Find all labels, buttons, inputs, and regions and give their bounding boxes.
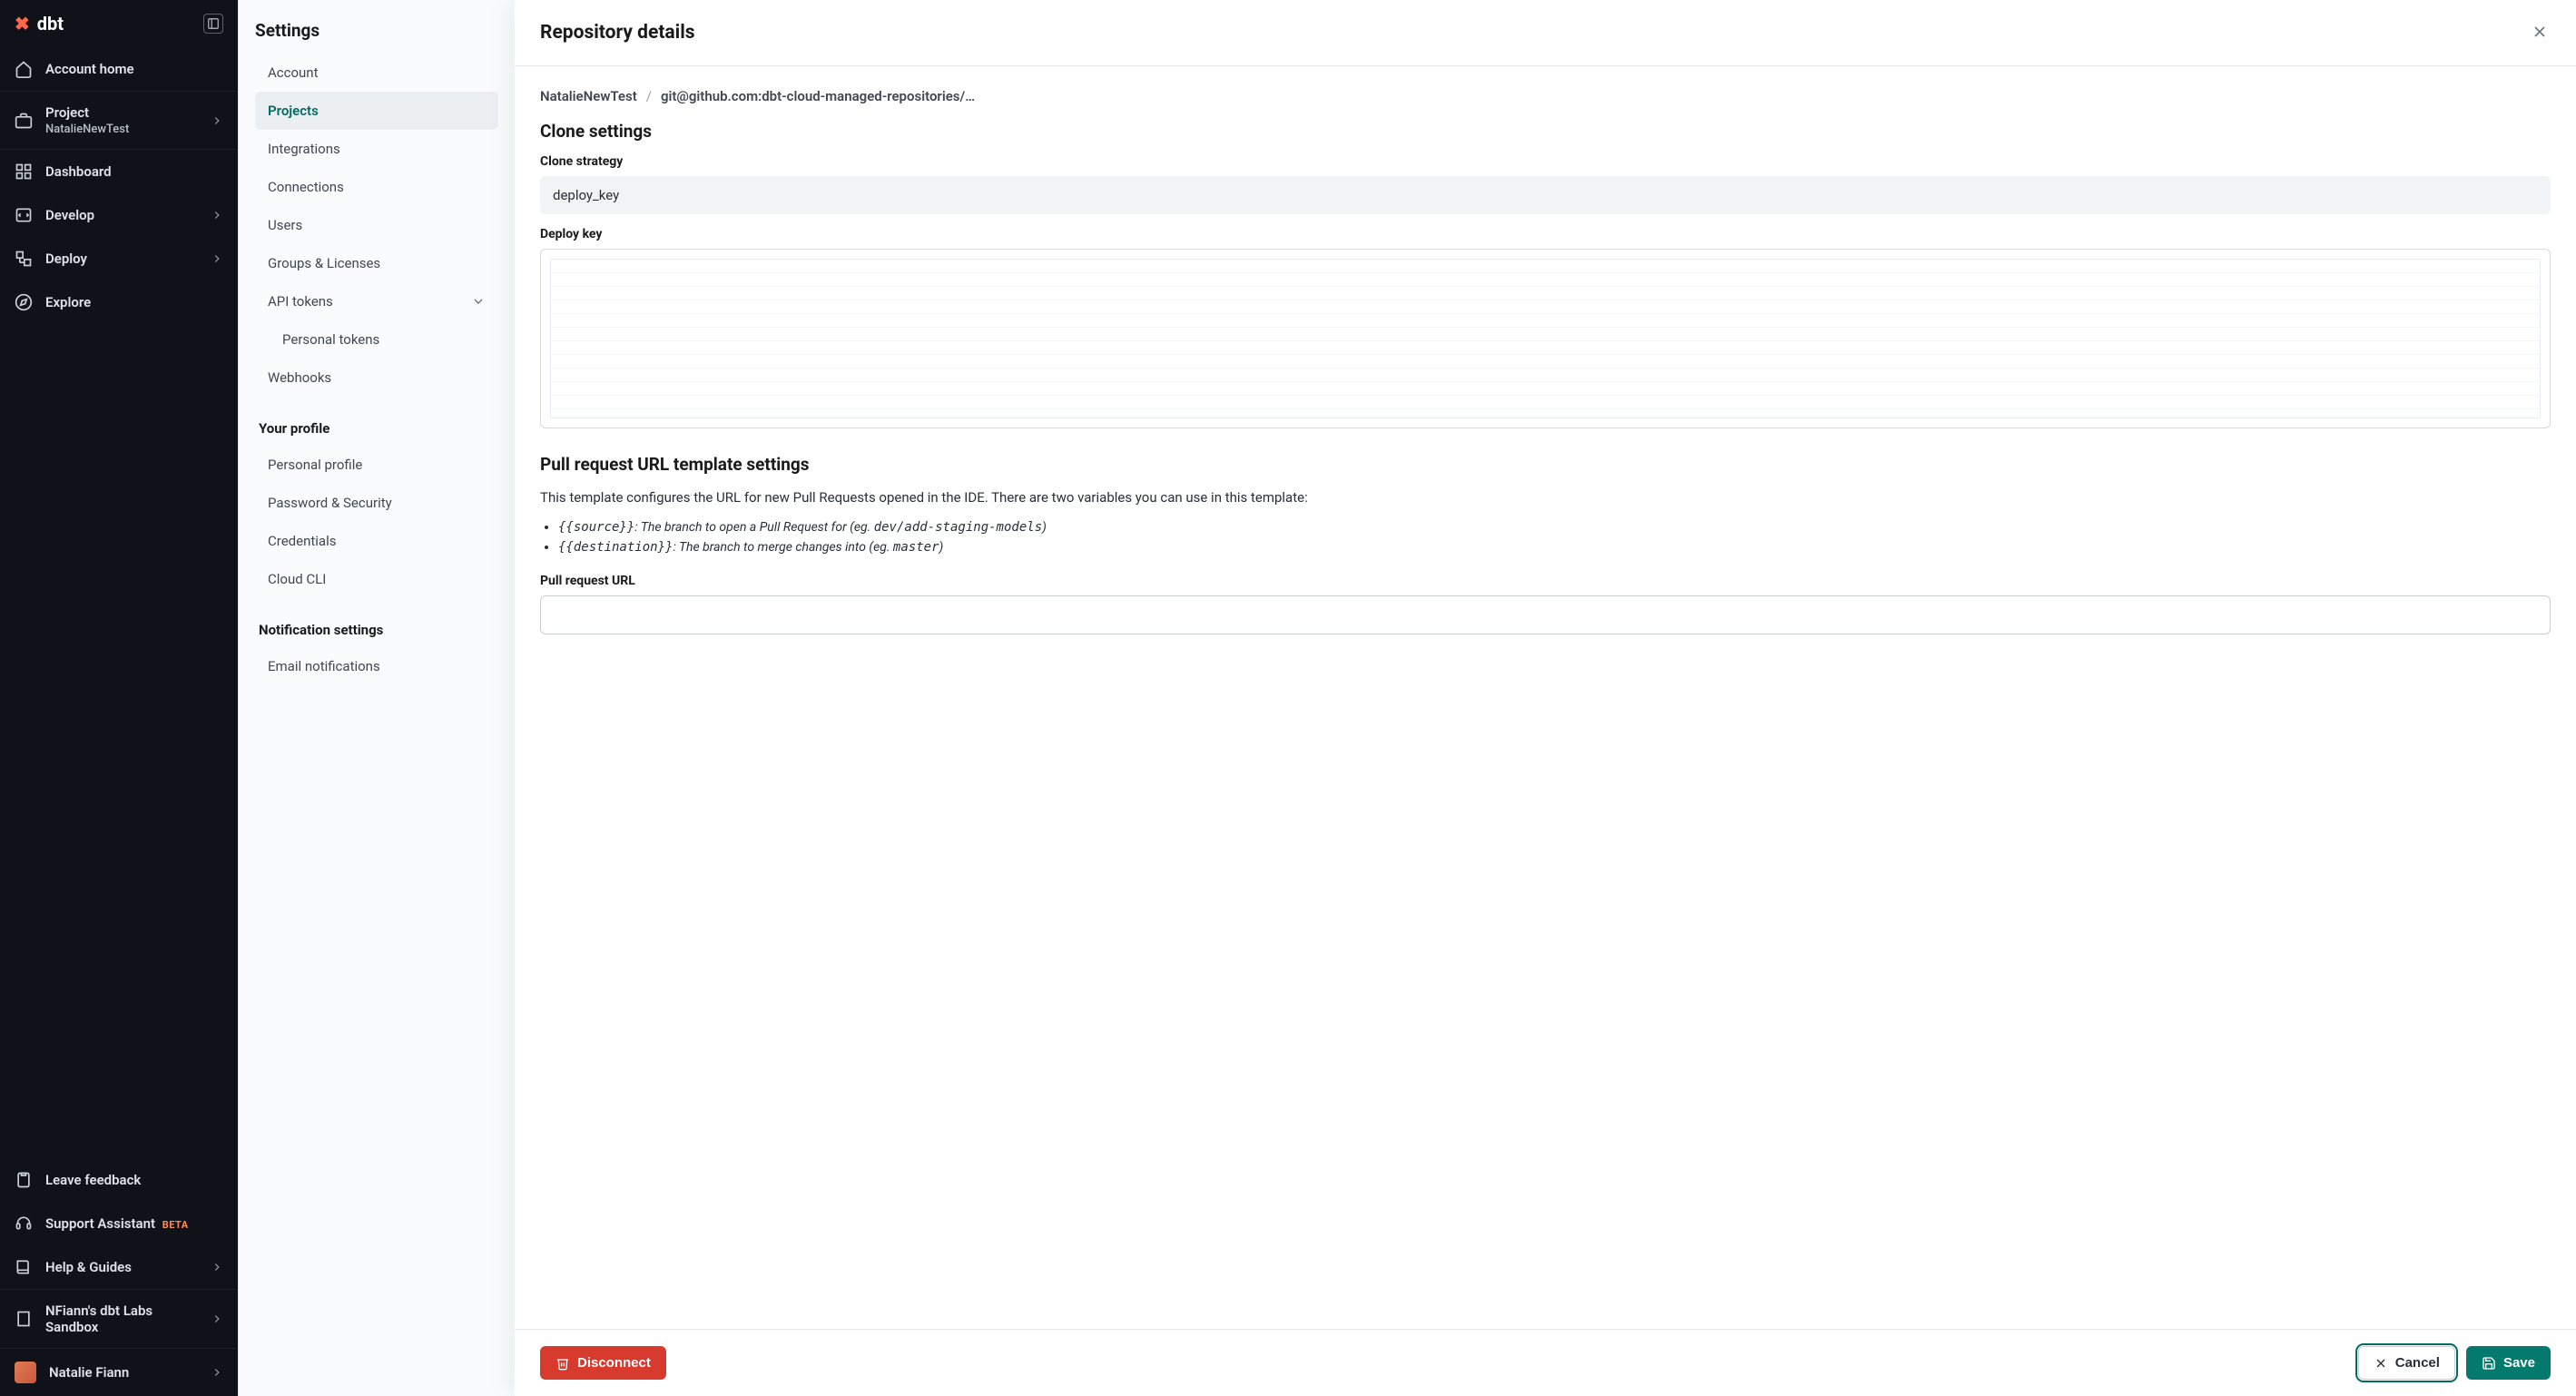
building-icon [15, 1310, 33, 1328]
home-icon [15, 60, 33, 78]
nav-dashboard[interactable]: Dashboard [0, 150, 238, 193]
pr-template-description: This template configures the URL for new… [540, 487, 2551, 508]
nav-label: Support Assistant [45, 1215, 155, 1232]
close-panel-button[interactable] [2531, 23, 2551, 43]
save-button[interactable]: Save [2466, 1346, 2551, 1380]
clone-strategy-value: deploy_key [540, 176, 2551, 214]
pr-url-input[interactable] [540, 595, 2551, 634]
clone-strategy-label: Clone strategy [540, 154, 2551, 169]
nav-label: Dashboard [45, 163, 223, 180]
chevron-right-icon [211, 1312, 223, 1325]
settings-item-api-tokens[interactable]: API tokens [255, 282, 498, 320]
settings-item-email-notifications[interactable]: Email notifications [255, 647, 498, 685]
settings-label: API tokens [268, 293, 333, 310]
pr-template-variables: {{source}}: The branch to open a Pull Re… [540, 517, 2551, 558]
nav-project-name: NatalieNewTest [45, 123, 129, 136]
nav-project-heading: Project [45, 104, 89, 121]
crumb-separator: / [646, 88, 652, 104]
headset-icon [15, 1214, 33, 1233]
disconnect-button[interactable]: Disconnect [540, 1346, 666, 1380]
nav-user[interactable]: Natalie Fiann [0, 1349, 238, 1396]
settings-nav: Settings Account Projects Integrations C… [238, 0, 515, 1396]
crumb-project: NatalieNewTest [540, 88, 637, 104]
nav-org[interactable]: NFiann's dbt Labs Sandbox [0, 1289, 238, 1349]
breadcrumb: NatalieNewTest / git@github.com:dbt-clou… [540, 88, 2551, 104]
deploy-key-box[interactable] [540, 249, 2551, 428]
grid-icon [15, 162, 33, 181]
cancel-button[interactable]: Cancel [2358, 1346, 2455, 1380]
brand-logo: ✖ dbt [15, 13, 64, 34]
avatar [15, 1362, 36, 1383]
button-label: Save [2503, 1355, 2535, 1371]
chevron-right-icon [211, 252, 223, 265]
nav-account-home[interactable]: Account home [0, 47, 238, 92]
tpl-source-desc: : The branch to open a Pull Request for … [634, 520, 873, 535]
chevron-right-icon [211, 1366, 223, 1379]
clipboard-icon [15, 1171, 33, 1189]
book-icon [15, 1258, 33, 1276]
settings-item-webhooks[interactable]: Webhooks [255, 359, 498, 397]
settings-item-credentials[interactable]: Credentials [255, 522, 498, 560]
nav-label: Leave feedback [45, 1172, 223, 1188]
clone-settings-header: Clone settings [540, 121, 2551, 142]
beta-badge: BETA [162, 1219, 189, 1231]
button-label: Disconnect [577, 1355, 651, 1371]
panel-title: Repository details [540, 22, 695, 44]
nav-label: Account home [45, 61, 223, 77]
nav-help[interactable]: Help & Guides [0, 1245, 238, 1289]
settings-profile-header: Your profile [255, 420, 498, 437]
settings-header: Settings [255, 20, 498, 41]
settings-item-connections[interactable]: Connections [255, 168, 498, 206]
nav-user-name: Natalie Fiann [49, 1364, 198, 1381]
settings-item-account[interactable]: Account [255, 54, 498, 92]
settings-item-projects[interactable]: Projects [255, 92, 498, 130]
nav-label: Explore [45, 294, 223, 310]
briefcase-icon [15, 112, 33, 130]
compass-icon [15, 293, 33, 311]
settings-item-personal-tokens[interactable]: Personal tokens [255, 320, 498, 359]
nav-develop[interactable]: Develop [0, 193, 238, 237]
settings-item-users[interactable]: Users [255, 206, 498, 244]
deploy-key-label: Deploy key [540, 227, 2551, 241]
nav-label: Deploy [45, 251, 198, 267]
tpl-source-example: dev/add-staging-models [874, 520, 1042, 535]
chevron-right-icon [211, 114, 223, 127]
button-label: Cancel [2395, 1355, 2440, 1371]
repository-details-panel: Repository details NatalieNewTest / git@… [515, 0, 2576, 1396]
tpl-source-var: {{source}} [558, 520, 634, 535]
settings-item-groups[interactable]: Groups & Licenses [255, 244, 498, 282]
tpl-dest-example: master [893, 540, 939, 555]
settings-item-personal-profile[interactable]: Personal profile [255, 446, 498, 484]
nav-project[interactable]: Project NatalieNewTest [0, 92, 238, 150]
settings-item-cloud-cli[interactable]: Cloud CLI [255, 560, 498, 598]
tpl-dest-desc: : The branch to merge changes into (eg. [673, 540, 892, 555]
nav-org-label: NFiann's dbt Labs Sandbox [45, 1303, 198, 1335]
chevron-right-icon [211, 209, 223, 221]
primary-nav: ✖ dbt Account home Project NatalieNewTes… [0, 0, 238, 1396]
deploy-icon [15, 250, 33, 268]
nav-feedback[interactable]: Leave feedback [0, 1158, 238, 1202]
chevron-down-icon [471, 294, 486, 309]
chevron-right-icon [211, 1261, 223, 1273]
brand-name: dbt [37, 13, 64, 34]
nav-label: Develop [45, 207, 198, 223]
pr-url-label: Pull request URL [540, 574, 2551, 588]
settings-notif-header: Notification settings [255, 622, 498, 638]
code-icon [15, 206, 33, 224]
nav-label: Help & Guides [45, 1259, 198, 1275]
tpl-dest-var: {{destination}} [558, 540, 673, 555]
crumb-repo-path: git@github.com:dbt-cloud-managed-reposit… [661, 88, 975, 104]
nav-deploy[interactable]: Deploy [0, 237, 238, 280]
deploy-key-content [550, 259, 2541, 418]
nav-explore[interactable]: Explore [0, 280, 238, 324]
settings-item-integrations[interactable]: Integrations [255, 130, 498, 168]
collapse-sidebar-button[interactable] [203, 14, 223, 34]
nav-support[interactable]: Support Assistant BETA [0, 1202, 238, 1245]
pr-template-header: Pull request URL template settings [540, 454, 2551, 475]
settings-item-password[interactable]: Password & Security [255, 484, 498, 522]
logo-mark-icon: ✖ [15, 13, 30, 34]
